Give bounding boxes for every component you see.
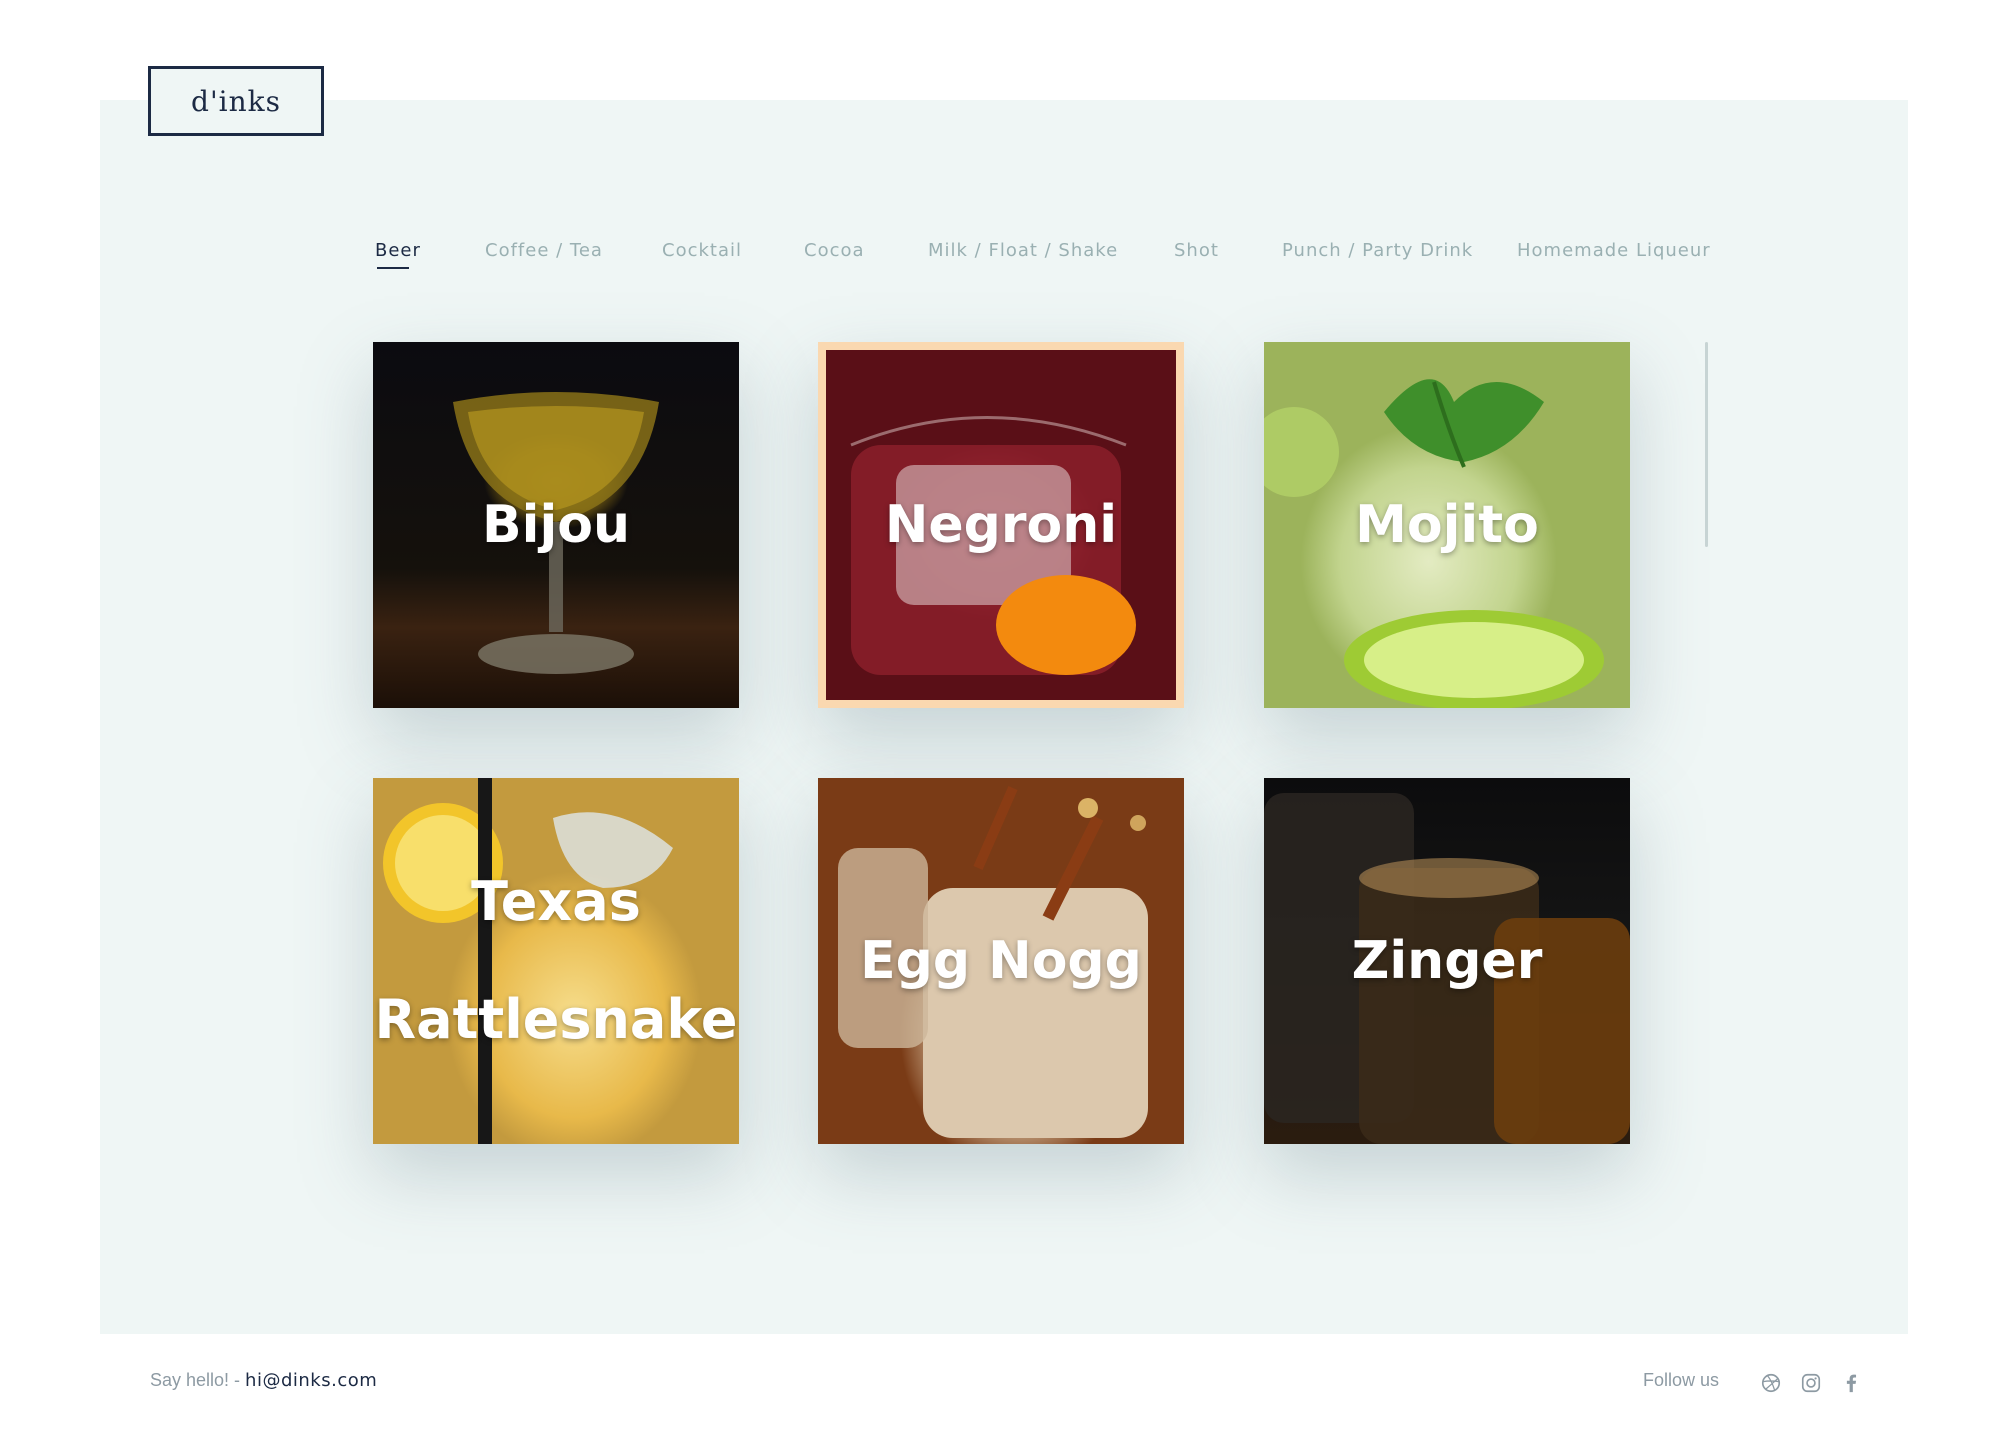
footer-follow-text: Follow us xyxy=(1643,1370,1720,1390)
nav-item-cocktail[interactable]: Cocktail xyxy=(662,240,742,261)
grid-scrollbar[interactable] xyxy=(1705,342,1708,547)
drink-title: Mojito xyxy=(1355,495,1539,555)
nav-item-coffee-tea[interactable]: Coffee / Tea xyxy=(485,240,603,261)
nav-item-milk-float-shake[interactable]: Milk / Float / Shake xyxy=(928,240,1118,261)
drink-title: Bijou xyxy=(481,495,631,555)
drink-title: Zinger xyxy=(1351,931,1543,991)
drink-card-bijou[interactable]: Bijou xyxy=(373,342,739,708)
drink-card-egg-nogg[interactable]: Egg Nogg xyxy=(818,778,1184,1144)
facebook-icon[interactable] xyxy=(1840,1372,1862,1394)
footer-hello-text: Say hello! - xyxy=(150,1370,246,1390)
footer-email-link[interactable]: hi@dinks.com xyxy=(245,1370,377,1391)
drink-card-zinger[interactable]: Zinger xyxy=(1264,778,1630,1144)
nav-item-cocoa[interactable]: Cocoa xyxy=(804,240,865,261)
nav-item-shot[interactable]: Shot xyxy=(1174,240,1219,261)
brand-logo[interactable]: d'inks xyxy=(148,66,324,136)
content-panel xyxy=(100,100,1908,1334)
footer-contact: Say hello! - hi@dinks.com xyxy=(150,1370,377,1391)
drink-title: Texas Rattlesnake xyxy=(374,870,738,1051)
instagram-icon[interactable] xyxy=(1800,1372,1822,1394)
nav-item-beer[interactable]: Beer xyxy=(375,240,421,269)
drink-card-mojito[interactable]: Mojito xyxy=(1264,342,1630,708)
dribbble-icon[interactable] xyxy=(1760,1372,1782,1394)
drink-title: Negroni xyxy=(884,495,1118,555)
footer-follow: Follow us xyxy=(1643,1370,1719,1391)
drink-card-texas-rattlesnake[interactable]: Texas Rattlesnake xyxy=(373,778,739,1144)
drink-card-negroni[interactable]: Negroni xyxy=(818,342,1184,708)
drink-title: Egg Nogg xyxy=(860,931,1142,991)
nav-item-homemade-liqueur[interactable]: Homemade Liqueur xyxy=(1517,240,1711,261)
nav-item-punch-party-drink[interactable]: Punch / Party Drink xyxy=(1282,240,1473,261)
